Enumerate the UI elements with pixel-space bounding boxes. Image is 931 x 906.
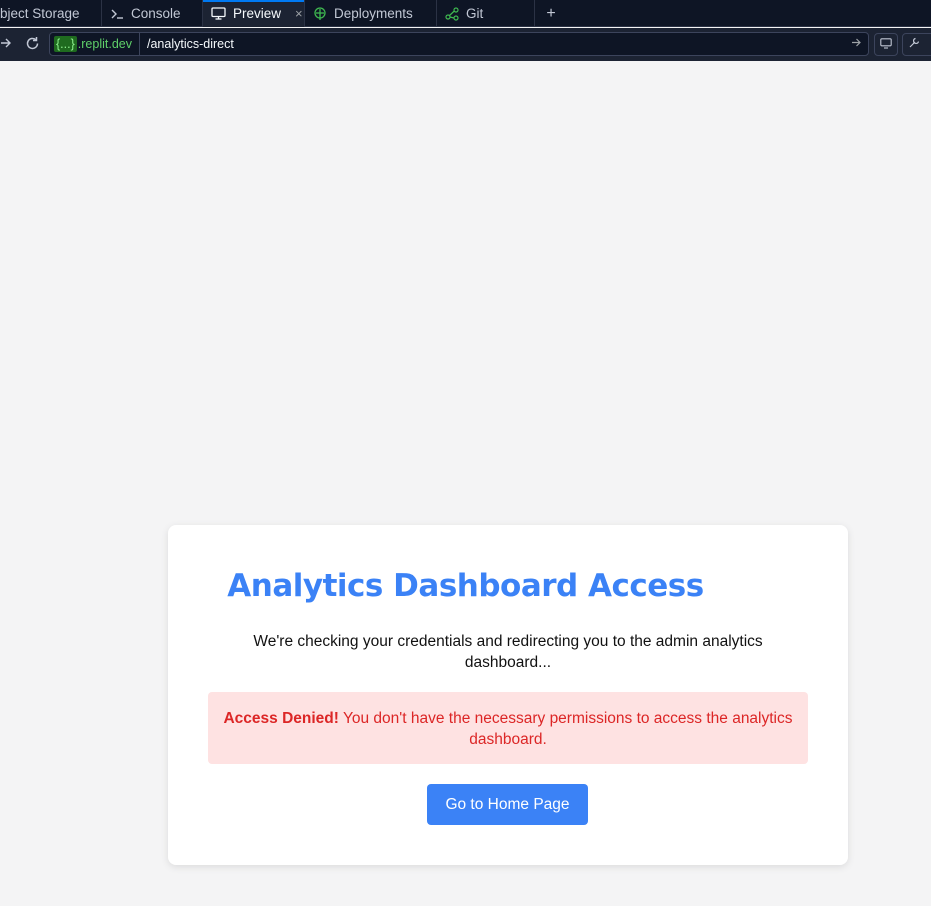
plus-icon: + — [546, 4, 556, 22]
deploy-icon — [313, 6, 327, 21]
alert-text: You don't have the necessary permissions… — [338, 710, 793, 748]
tab-label: Deployments — [334, 6, 413, 21]
monitor-icon — [880, 37, 892, 52]
reload-icon[interactable] — [25, 36, 40, 51]
go-home-button[interactable]: Go to Home Page — [427, 784, 588, 825]
tools-button[interactable] — [902, 33, 931, 56]
monitor-icon — [211, 7, 226, 20]
wrench-icon — [908, 37, 920, 52]
page-title: Analytics Dashboard Access — [227, 568, 704, 604]
tab-label: Console — [131, 6, 181, 21]
terminal-icon — [111, 8, 124, 20]
go-arrow-icon[interactable] — [851, 37, 862, 51]
url-domain: {...} .replit.dev — [50, 33, 140, 55]
status-message: We're checking your credentials and redi… — [253, 633, 763, 671]
preview-url-bar: {...} .replit.dev /analytics-direct — [0, 28, 931, 61]
url-domain-suffix: .replit.dev — [77, 37, 132, 51]
tab-object-storage[interactable]: bject Storage — [0, 0, 102, 27]
tab-deployments[interactable]: Deployments — [305, 0, 437, 27]
add-tab-button[interactable]: + — [535, 0, 567, 27]
forward-arrow-icon[interactable] — [0, 37, 12, 49]
git-icon — [445, 6, 459, 21]
tab-preview[interactable]: Preview × — [203, 0, 305, 27]
access-denied-alert: Access Denied! You don't have the necess… — [208, 692, 808, 764]
tab-label: bject Storage — [0, 6, 80, 21]
url-domain-braces: {...} — [54, 36, 77, 52]
tab-label: Git — [466, 6, 484, 21]
url-path: /analytics-direct — [146, 37, 234, 51]
tab-console[interactable]: Console — [102, 0, 203, 27]
url-input[interactable]: {...} .replit.dev /analytics-direct — [49, 32, 869, 56]
alert-strong: Access Denied! — [223, 710, 339, 727]
tab-label: Preview — [233, 6, 282, 21]
tab-git[interactable]: Git — [437, 0, 535, 27]
devtools-button[interactable] — [874, 33, 898, 56]
ide-tab-bar: bject Storage Console Preview × Deployme… — [0, 0, 931, 27]
close-icon[interactable]: × — [295, 6, 303, 21]
